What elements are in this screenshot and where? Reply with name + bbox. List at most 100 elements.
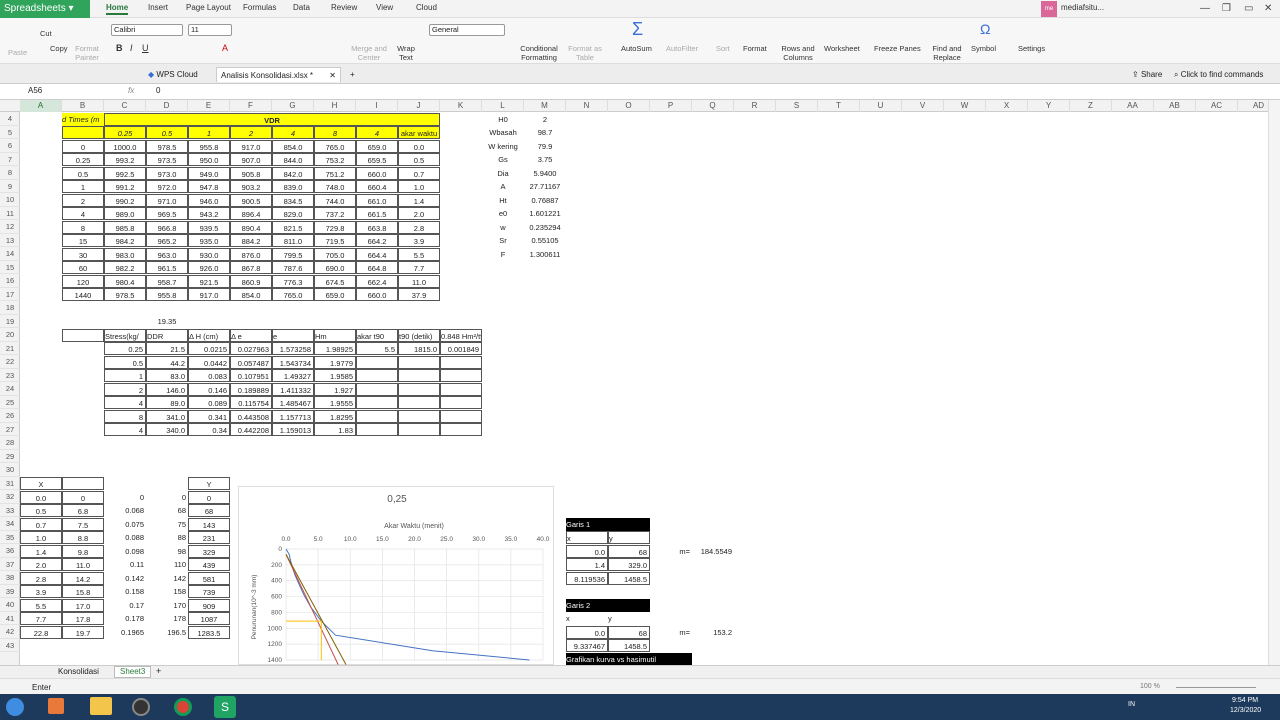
cut-button[interactable]: Cut xyxy=(40,29,52,38)
vdr-cell[interactable]: 744.0 xyxy=(314,193,356,207)
table3-cell[interactable]: 0 xyxy=(62,490,104,504)
vdr-cell[interactable]: 984.2 xyxy=(104,234,146,247)
table3-cell[interactable]: 75 xyxy=(146,518,188,531)
garis2-cell[interactable]: 68 xyxy=(608,625,650,639)
stress-header[interactable]: 2 xyxy=(230,126,272,139)
table2-cell[interactable]: 0.146 xyxy=(188,382,230,396)
prop-value[interactable]: 1.601221 xyxy=(524,207,566,220)
table2-header[interactable]: Δ e xyxy=(230,328,272,342)
vdr-cell[interactable]: 947.8 xyxy=(188,180,230,193)
menu-data[interactable]: Data xyxy=(293,3,310,12)
table3-cell[interactable]: 11.0 xyxy=(62,558,104,571)
table2-cell[interactable]: 0.34 xyxy=(188,423,230,436)
font-name-select[interactable]: Calibri xyxy=(111,24,183,36)
close-icon[interactable]: ✕ xyxy=(1264,3,1272,14)
column-header[interactable]: P xyxy=(650,100,692,112)
row-header[interactable]: 16 xyxy=(0,274,20,288)
stress-header[interactable]: 8 xyxy=(314,126,356,139)
row-header[interactable]: 15 xyxy=(0,261,20,274)
menu-insert[interactable]: Insert xyxy=(148,3,168,12)
table3-cell[interactable]: 581 xyxy=(188,571,230,585)
row-header[interactable]: 8 xyxy=(0,166,20,180)
vdr-cell[interactable]: 917.0 xyxy=(188,288,230,301)
garis1-cell[interactable]: 68 xyxy=(608,544,650,558)
vdr-cell[interactable]: 983.0 xyxy=(104,247,146,261)
table2-cell[interactable]: 1815.0 xyxy=(398,342,440,355)
vdr-cell[interactable]: 907.0 xyxy=(230,153,272,166)
vdr-cell[interactable]: 662.4 xyxy=(356,274,398,288)
table2-cell[interactable] xyxy=(398,423,440,436)
table2-cell[interactable]: 1.49327 xyxy=(272,369,314,382)
prop-label[interactable]: Dia xyxy=(482,167,524,180)
prop-label[interactable]: Ht xyxy=(482,194,524,207)
maximize-icon[interactable]: ▭ xyxy=(1244,3,1253,14)
add-sheet-button[interactable]: + xyxy=(156,666,161,676)
garis2-m-label[interactable]: m= xyxy=(650,626,692,639)
prop-label[interactable]: e0 xyxy=(482,207,524,220)
table3-cell[interactable]: 6.8 xyxy=(62,504,104,517)
table2-cell[interactable] xyxy=(398,396,440,409)
tab-wps-cloud[interactable]: ◆ WPS Cloud xyxy=(144,67,202,82)
prop-value[interactable]: 0.235294 xyxy=(524,221,566,234)
menu-formulas[interactable]: Formulas xyxy=(243,3,276,12)
prop-value[interactable]: 98.7 xyxy=(524,126,566,139)
table2-header[interactable]: Δ H (cm) xyxy=(188,328,230,342)
column-header[interactable]: AB xyxy=(1154,100,1196,112)
table2-cell[interactable]: 1.8295 xyxy=(314,409,356,423)
vdr-cell[interactable]: 1.0 xyxy=(398,180,440,193)
row-header[interactable]: 19 xyxy=(0,315,20,328)
column-header[interactable]: AC xyxy=(1196,100,1238,112)
garis2-y-header[interactable]: y xyxy=(608,612,650,625)
table3-cell[interactable]: 1.4 xyxy=(20,544,62,558)
vdr-cell[interactable]: 661.0 xyxy=(356,193,398,207)
column-header[interactable]: M xyxy=(524,100,566,112)
vdr-cell[interactable]: 900.5 xyxy=(230,193,272,207)
row-header[interactable]: 33 xyxy=(0,504,20,517)
prop-value[interactable]: 3.75 xyxy=(524,153,566,166)
fx-icon[interactable]: fx xyxy=(128,86,134,95)
prop-label[interactable]: H0 xyxy=(482,113,524,126)
vdr-cell[interactable]: 939.5 xyxy=(188,220,230,234)
start-button[interactable] xyxy=(6,698,24,716)
row-header[interactable]: 5 xyxy=(0,126,20,139)
table3-cell[interactable]: 68 xyxy=(188,504,230,517)
clock-date[interactable]: 12/3/2020 xyxy=(1230,707,1261,714)
vdr-cell[interactable]: 4 xyxy=(62,207,104,220)
table3-cell[interactable]: 178 xyxy=(146,612,188,625)
vdr-cell[interactable]: 896.4 xyxy=(230,207,272,220)
vdr-cell[interactable]: 705.0 xyxy=(314,247,356,261)
vdr-cell[interactable]: 664.2 xyxy=(356,234,398,247)
vdr-cell[interactable]: 969.5 xyxy=(146,207,188,220)
vdr-cell[interactable]: 0 xyxy=(62,139,104,153)
table2-cell[interactable]: 1 xyxy=(104,369,146,382)
row-header[interactable]: 26 xyxy=(0,409,20,423)
table2-cell[interactable] xyxy=(440,423,482,436)
vdr-cell[interactable]: 0.0 xyxy=(398,139,440,153)
table2-cell[interactable]: 0.057487 xyxy=(230,355,272,369)
vdr-cell[interactable]: 11.0 xyxy=(398,274,440,288)
vdr-cell[interactable]: 973.5 xyxy=(146,153,188,166)
garis1-cell[interactable]: 1458.5 xyxy=(608,571,650,585)
column-header[interactable]: A xyxy=(20,100,62,112)
column-header[interactable]: W xyxy=(944,100,986,112)
sort-button[interactable]: Sort xyxy=(716,44,730,53)
table3-cell[interactable]: 15.8 xyxy=(62,585,104,598)
stress-header[interactable]: 0.25 xyxy=(104,126,146,139)
garis2-x-header[interactable]: x xyxy=(566,612,608,625)
vdr-cell[interactable]: 854.0 xyxy=(272,139,314,153)
prop-value[interactable]: 2 xyxy=(524,113,566,126)
column-header[interactable]: X xyxy=(986,100,1028,112)
table2-cell[interactable]: 21.5 xyxy=(146,342,188,355)
column-header[interactable]: J xyxy=(398,100,440,112)
row-header[interactable]: 38 xyxy=(0,571,20,585)
table2-cell[interactable]: 1.157713 xyxy=(272,409,314,423)
vdr-cell[interactable]: 917.0 xyxy=(230,139,272,153)
garis1-x-header[interactable]: x xyxy=(566,531,608,544)
table2-cell[interactable]: 1.98925 xyxy=(314,342,356,355)
table3-cell[interactable]: 909 xyxy=(188,598,230,612)
prop-label[interactable]: w xyxy=(482,221,524,234)
vdr-cell[interactable]: 748.0 xyxy=(314,180,356,193)
vdr-cell[interactable]: 787.6 xyxy=(272,261,314,274)
vdr-cell[interactable]: 659.0 xyxy=(314,288,356,301)
vdr-cell[interactable]: 660.0 xyxy=(356,288,398,301)
